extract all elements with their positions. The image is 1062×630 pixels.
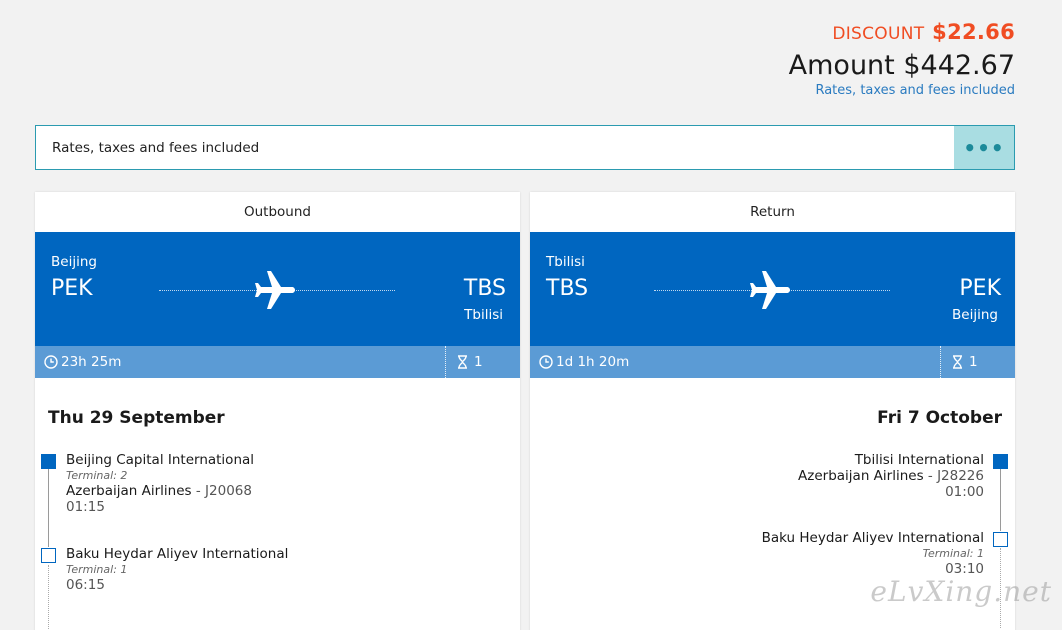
destination-code: TBS (463, 276, 506, 301)
departure-date: Thu 29 September (48, 408, 225, 428)
price-summary: DISCOUNT $22.66 Amount $442.67 Rates, ta… (789, 20, 1015, 98)
duration-text: 23h 25m (61, 354, 122, 370)
clock-icon (44, 355, 58, 369)
flight-number: - J20068 (191, 483, 252, 499)
terminal-label: Terminal: 1 (922, 547, 984, 560)
departure-time: 01:15 (66, 499, 105, 515)
airport-name: Beijing Capital International (66, 452, 255, 468)
destination-city: Tbilisi (464, 307, 503, 323)
outbound-card: Outbound Beijing PEK TBS Tbilisi 23h 25m… (35, 192, 520, 630)
stops-text: 1 (474, 354, 483, 370)
departure-time: 01:00 (945, 484, 984, 500)
return-date: Fri 7 October (877, 408, 1002, 428)
return-itinerary: Tbilisi International Azerbaijan Airline… (530, 452, 1015, 628)
terminal-label: Terminal: 2 (66, 469, 128, 482)
rates-note-link[interactable]: Rates, taxes and fees included (789, 83, 1015, 98)
airline-name: Azerbaijan Airlines (798, 468, 924, 484)
outbound-route-banner: Beijing PEK TBS Tbilisi (35, 232, 520, 346)
return-stats-bar: 1d 1h 20m 1 (530, 346, 1015, 378)
leg-departure: Tbilisi International Azerbaijan Airline… (530, 452, 1015, 530)
outbound-title: Outbound (244, 204, 311, 220)
discount-label: DISCOUNT (832, 24, 925, 44)
return-card: Return Tbilisi TBS PEK Beijing 1d 1h 20m… (530, 192, 1015, 630)
stops-text: 1 (969, 354, 978, 370)
return-route-banner: Tbilisi TBS PEK Beijing (530, 232, 1015, 346)
return-title: Return (750, 204, 795, 220)
airport-name: Tbilisi International (854, 452, 984, 468)
more-options-button[interactable]: ••• (954, 126, 1014, 169)
discount-amount: $22.66 (932, 20, 1015, 44)
leg-arrival: Baku Heydar Aliyev International Termina… (530, 530, 1015, 577)
trip-duration: 1d 1h 20m (530, 354, 940, 370)
flight-number: - J28226 (923, 468, 984, 484)
timeline-node (41, 548, 56, 563)
origin-city: Beijing (51, 254, 97, 270)
timeline-node (993, 532, 1008, 547)
destination-code: PEK (959, 276, 1001, 301)
arrival-time: 06:15 (66, 577, 105, 593)
destination-city: Beijing (952, 307, 998, 323)
origin-city: Tbilisi (546, 254, 585, 270)
discount: DISCOUNT $22.66 (789, 20, 1015, 44)
leg-departure: Beijing Capital International Terminal: … (35, 452, 520, 546)
rates-notice-text: Rates, taxes and fees included (52, 139, 260, 156)
terminal-label: Terminal: 1 (66, 563, 128, 576)
airplane-icon (750, 271, 790, 309)
trip-duration: 23h 25m (35, 354, 445, 370)
rates-notice-bar: Rates, taxes and fees included ••• (35, 125, 1015, 170)
stops-count: 1 (445, 346, 520, 378)
timeline-node (993, 454, 1008, 469)
timeline-node (41, 454, 56, 469)
total-amount: Amount $442.67 (788, 50, 1015, 81)
clock-icon (539, 355, 553, 369)
stops-count: 1 (940, 346, 1015, 378)
airport-name: Baku Heydar Aliyev International (761, 530, 984, 546)
outbound-itinerary: Beijing Capital International Terminal: … (35, 452, 520, 630)
airport-name: Baku Heydar Aliyev International (66, 546, 289, 562)
outbound-stats-bar: 23h 25m 1 (35, 346, 520, 378)
origin-code: TBS (546, 276, 589, 301)
airline-name: Azerbaijan Airlines (66, 483, 192, 499)
duration-text: 1d 1h 20m (556, 354, 630, 370)
hourglass-icon (458, 355, 467, 369)
origin-code: PEK (51, 276, 93, 301)
airplane-icon (255, 271, 295, 309)
hourglass-icon (953, 355, 962, 369)
leg-arrival: Baku Heydar Aliyev International Termina… (35, 546, 520, 593)
watermark: eLvXing.net (870, 575, 1052, 608)
